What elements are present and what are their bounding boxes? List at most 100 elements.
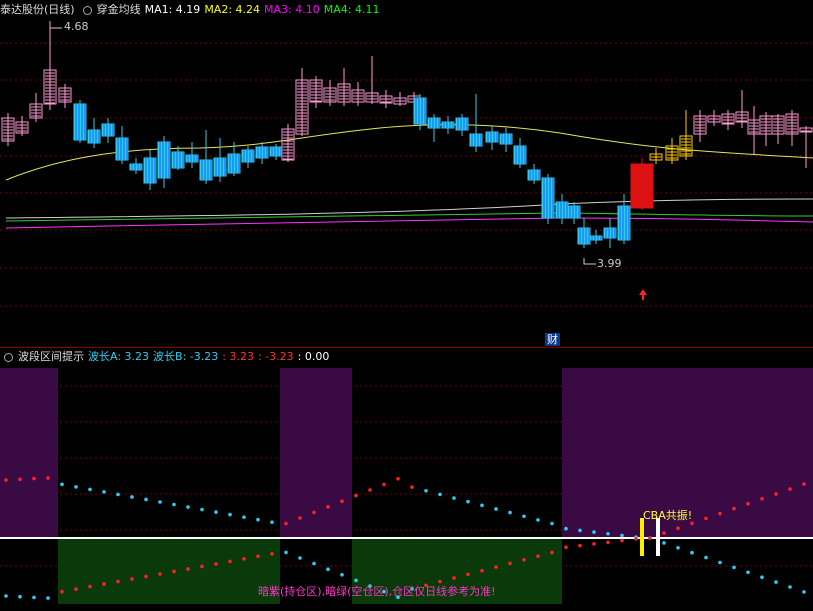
wave-a-dot [760, 497, 764, 501]
wave-b-dot [158, 572, 162, 576]
wave-a-dot [172, 502, 176, 507]
wave-b-dot [466, 572, 470, 577]
wave-a-dot [788, 487, 792, 491]
wave-a-dot [550, 521, 554, 526]
cba-bar-yellow [640, 518, 644, 556]
wave-a-dot [284, 521, 288, 526]
wave-a-dot [732, 506, 736, 511]
band-pane-header: 波段区间提示 波长A: 3.23 波长B: -3.23 : 3.23 : -3.… [0, 349, 329, 365]
candle-body [630, 163, 654, 209]
wave-a-dot [46, 476, 50, 480]
wave-a-dot [410, 485, 414, 489]
wave-b-dot [704, 555, 708, 560]
wave-a-dot [606, 531, 610, 536]
wave-b-dot [662, 541, 666, 545]
wave-b-dot [326, 567, 330, 571]
wave-a-dot [340, 499, 344, 503]
wave-a-dot [228, 512, 232, 517]
empty-zone [58, 538, 280, 604]
wave-b-dot [172, 569, 176, 574]
wave-b-dot [270, 552, 274, 556]
wave-a-dot [620, 533, 624, 538]
pane-divider [0, 347, 813, 348]
wave-b-dot [340, 573, 344, 577]
wave-b-dot [648, 536, 652, 540]
wave-a-dot [494, 507, 498, 511]
wave-b-dot [18, 594, 22, 599]
wave-a-dot [438, 492, 442, 497]
low-price-label: 3.99 [597, 257, 622, 270]
wave-a-dot [60, 482, 64, 487]
wave-a-dot [466, 499, 470, 504]
wave-b-dot [550, 550, 554, 555]
wave-b-dot [242, 557, 246, 561]
wave-b-dot [102, 582, 106, 586]
indicator-name[interactable]: 穿金均线 [97, 2, 141, 18]
wave-b-dot [620, 538, 624, 543]
wave-b-dot [214, 562, 218, 566]
wave-b-value: 波长B: -3.23 [153, 350, 219, 363]
red-value-1: : 3.23 [222, 350, 254, 363]
wave-a-dot [298, 516, 302, 520]
wave-b-dot [186, 567, 190, 571]
wave-a-dot [186, 505, 190, 509]
finance-badge[interactable]: 财 [545, 333, 560, 346]
wave-b-dot [228, 559, 232, 564]
wave-a-dot [368, 488, 372, 492]
indicator-settings-icon[interactable] [82, 5, 92, 15]
band-settings-icon[interactable] [4, 352, 13, 362]
wave-a-dot [326, 505, 330, 509]
wave-b-dot [606, 540, 610, 545]
wave-b-dot [676, 546, 680, 550]
wave-a-dot [424, 488, 428, 493]
wave-a-dot [256, 517, 260, 522]
stock-label[interactable]: 泰达股份(日线) [0, 2, 75, 18]
wave-a-dot [242, 515, 246, 519]
wave-a-dot [4, 478, 8, 482]
wave-a-dot [564, 526, 568, 531]
wave-b-dot [452, 576, 456, 580]
wave-b-dot [46, 596, 50, 600]
wave-b-dot [4, 594, 8, 598]
wave-b-dot [564, 545, 568, 550]
wave-a-dot [200, 507, 204, 512]
price-pane-header: 泰达股份(日线) 穿金均线 MA1: 4.19 MA2: 4.24 MA3: 4… [0, 2, 379, 18]
band-indicator-name[interactable]: 波段区间提示 [18, 349, 84, 365]
wave-b-dot [760, 575, 764, 579]
wave-a-dot [802, 482, 806, 486]
wave-a-dot [746, 501, 750, 506]
red-value-2: : -3.23 [257, 350, 294, 363]
wave-a-dot [382, 482, 386, 487]
ma1-value: MA1: 4.19 [144, 3, 201, 16]
wave-b-dot [774, 580, 778, 584]
wave-a-dot [662, 531, 666, 535]
wave-a-dot [452, 496, 456, 500]
high-marker-leader [49, 21, 62, 29]
cba-resonance-label: CBA共振! [643, 509, 693, 522]
wave-b-dot [116, 579, 120, 584]
band-chart[interactable] [0, 368, 813, 611]
wave-a-dot [144, 497, 148, 502]
wave-b-dot [74, 587, 78, 591]
wave-b-dot [480, 568, 484, 573]
wave-b-dot [746, 570, 750, 575]
wave-a-dot [74, 485, 78, 489]
wave-a-dot [522, 514, 526, 519]
wave-a-dot [116, 492, 120, 497]
wave-b-dot [494, 565, 498, 569]
wave-b-dot [634, 537, 638, 541]
low-marker-leader [583, 258, 596, 265]
ma3-value: MA3: 4.10 [264, 3, 320, 16]
wave-b-dot [200, 564, 204, 569]
zone-note: 暗紫(持仓区),暗绿(空仓区),仓区仅日线参考为准! [258, 585, 496, 598]
price-chart[interactable] [0, 18, 813, 348]
zero-value: : 0.00 [297, 350, 330, 363]
wave-b-dot [144, 574, 148, 579]
wave-b-dot [312, 561, 316, 566]
wave-a-dot [718, 511, 722, 516]
wave-a-dot [102, 490, 106, 494]
wave-a-dot [354, 493, 358, 498]
wave-a-dot [704, 516, 708, 521]
wave-a-dot [774, 492, 778, 496]
wave-b-dot [592, 542, 596, 546]
